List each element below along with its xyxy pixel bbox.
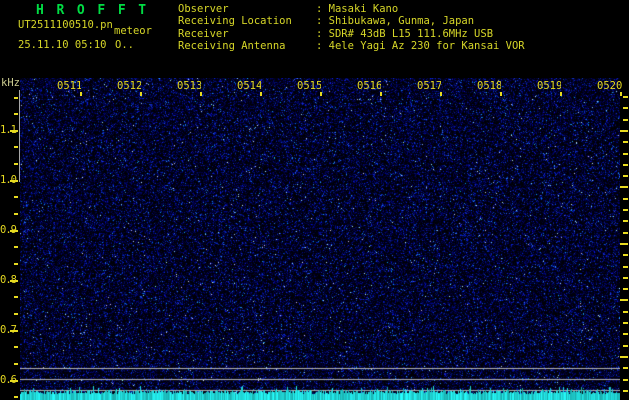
right-major-tick <box>620 129 628 132</box>
freq-major-tick <box>10 129 18 132</box>
freq-minor-tick <box>14 362 18 365</box>
time-label: 0512 <box>117 80 141 92</box>
time-label: 0511 <box>57 80 81 92</box>
time-tick <box>440 92 442 96</box>
right-major-tick <box>620 186 628 189</box>
time-tick <box>260 92 262 96</box>
time-tick <box>320 92 322 96</box>
right-minor-tick <box>623 389 628 392</box>
right-minor-tick <box>623 310 628 313</box>
right-minor-tick <box>623 322 628 324</box>
freq-minor-tick <box>14 246 18 249</box>
right-major-tick <box>620 355 628 358</box>
time-label: 0518 <box>477 80 501 92</box>
freq-minor-tick <box>14 113 18 116</box>
right-minor-tick <box>623 209 628 211</box>
right-minor-tick <box>623 152 628 155</box>
freq-minor-tick <box>14 296 18 299</box>
freq-minor-tick <box>14 396 18 399</box>
right-minor-tick <box>623 344 628 347</box>
freq-major-tick <box>10 279 18 282</box>
right-minor-tick <box>623 367 628 370</box>
freq-major-tick <box>10 379 18 382</box>
time-label: 0514 <box>237 80 261 92</box>
time-label: 0520 <box>597 80 623 92</box>
right-minor-tick <box>623 175 628 178</box>
right-minor-tick <box>623 333 628 336</box>
right-minor-tick <box>623 265 628 268</box>
freq-minor-tick <box>14 312 18 315</box>
time-label: 0513 <box>177 80 201 92</box>
time-label: 0515 <box>297 80 321 92</box>
right-minor-tick <box>623 107 628 110</box>
hrofft-output-screen: H R O F F T UT2511100510.pn meteor 25.11… <box>0 0 629 400</box>
time-label: 0517 <box>417 80 441 92</box>
right-minor-tick <box>623 220 628 223</box>
right-major-tick <box>620 242 628 245</box>
freq-major-tick <box>10 179 18 182</box>
time-tick <box>500 92 502 96</box>
time-label: 0519 <box>537 80 561 92</box>
freq-minor-tick <box>14 213 18 215</box>
right-minor-tick <box>623 254 628 257</box>
right-minor-tick <box>623 276 628 279</box>
right-minor-tick <box>623 231 628 234</box>
freq-major-tick <box>10 329 18 332</box>
freq-minor-tick <box>14 96 18 99</box>
right-minor-tick <box>623 118 628 121</box>
right-major-tick <box>620 299 628 302</box>
time-tick <box>200 92 202 96</box>
time-tick <box>140 92 142 96</box>
axis-overlay: 0511 0512 0513 0514 0515 0516 0517 0518 0519 0520… <box>0 0 629 400</box>
right-minor-tick <box>623 197 628 200</box>
freq-minor-tick <box>14 196 18 199</box>
time-tick <box>560 92 562 96</box>
time-tick <box>380 92 382 96</box>
freq-minor-tick <box>14 163 18 166</box>
right-minor-tick <box>623 96 628 98</box>
time-tick <box>620 92 622 96</box>
right-minor-tick <box>623 163 628 166</box>
right-minor-tick <box>623 141 628 144</box>
right-minor-tick <box>623 288 628 291</box>
freq-major-tick <box>10 229 18 232</box>
freq-minor-tick <box>14 146 18 149</box>
freq-minor-tick <box>14 263 18 265</box>
freq-minor-tick <box>14 346 18 349</box>
right-minor-tick <box>623 378 628 381</box>
time-tick <box>80 92 82 96</box>
time-label: 0516 <box>357 80 381 92</box>
